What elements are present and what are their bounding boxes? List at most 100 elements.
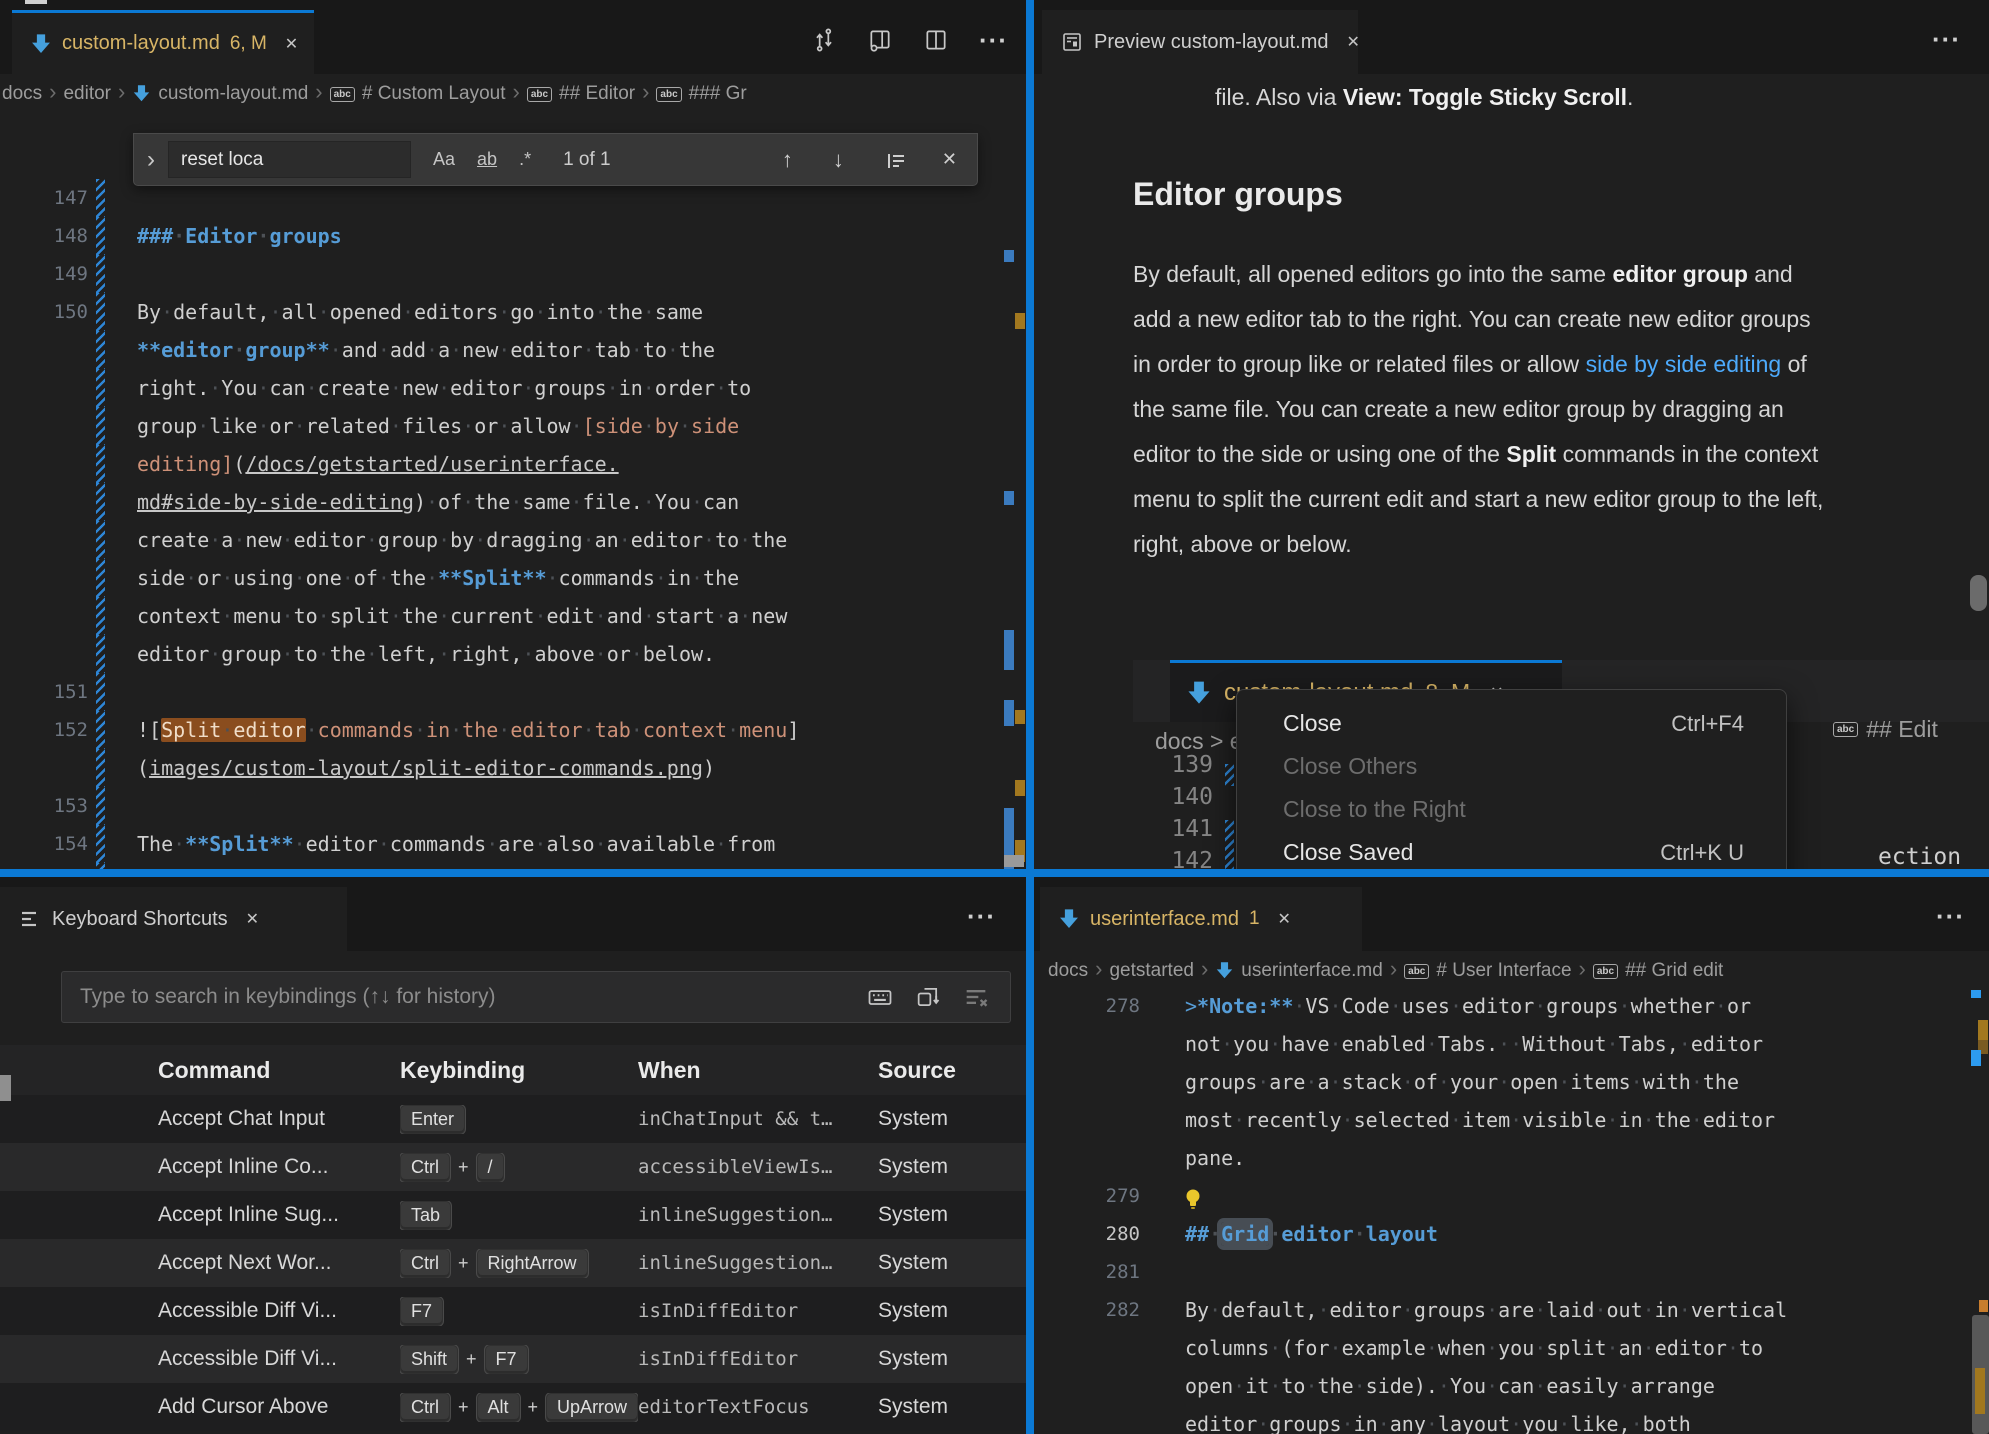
- code-segment: create·a·new·editor·group·by·dragging·an…: [137, 528, 787, 552]
- whitespace-dot: ·: [1486, 1336, 1498, 1360]
- breadcrumb-label: # User Interface: [1436, 960, 1571, 982]
- table-row[interactable]: Accept Inline Co...Ctrl+/accessibleViewI…: [0, 1143, 1026, 1191]
- whitespace-dot: ·: [1558, 1412, 1570, 1434]
- column-header[interactable]: When: [638, 1057, 878, 1084]
- next-match-icon[interactable]: ↓: [833, 147, 844, 173]
- breadcrumb-item[interactable]: docs: [1048, 960, 1088, 982]
- code-segment: ·commands·in·the·editor·tab·context·menu: [306, 718, 788, 742]
- code-line: create·a·new·editor·group·by·dragging·an…: [0, 521, 1002, 559]
- table-row[interactable]: Accept Chat InputEnterinChatInput && t…S…: [0, 1095, 1026, 1143]
- table-row[interactable]: Accept Next Wor...Ctrl+RightArrowinlineS…: [0, 1239, 1026, 1287]
- code-line: columns·(for·example·when·you·split·an·e…: [1034, 1329, 1969, 1367]
- keybindings-table: CommandKeybindingWhenSource Accept Chat I…: [0, 1045, 1026, 1434]
- line-number: 139: [1163, 752, 1213, 778]
- more-actions-icon[interactable]: ···: [1936, 901, 1965, 932]
- code-segment: editing]: [137, 452, 233, 476]
- breadcrumb-item[interactable]: abc## Grid edit: [1593, 960, 1723, 982]
- gutter-space: [1140, 1405, 1185, 1434]
- sash-vertical[interactable]: [1026, 0, 1034, 1434]
- keybindings-search-input[interactable]: [62, 985, 866, 1009]
- line-number: [0, 635, 88, 673]
- plus-separator: +: [466, 1349, 477, 1369]
- close-find-icon[interactable]: ✕: [942, 149, 957, 170]
- whole-word-icon[interactable]: ab: [477, 149, 497, 170]
- plus-separator: +: [528, 1397, 539, 1417]
- tab-userinterface-md[interactable]: userinterface.md 1 ✕: [1040, 887, 1362, 951]
- table-row[interactable]: Add Cursor AboveCtrl+Alt+UpArroweditorTe…: [0, 1383, 1026, 1431]
- close-icon[interactable]: ✕: [246, 909, 259, 929]
- line-number: [1034, 1025, 1140, 1063]
- whitespace-dot: ·: [306, 376, 318, 400]
- scrollbar-thumb[interactable]: [1970, 575, 1987, 611]
- code-segment: Split·editor: [161, 718, 306, 742]
- record-keys-icon[interactable]: [866, 983, 894, 1011]
- line-number: [0, 597, 88, 635]
- gutter-space: [1140, 1253, 1185, 1291]
- column-header[interactable]: Command: [158, 1057, 400, 1084]
- toggle-replace-icon[interactable]: ›: [134, 146, 168, 174]
- open-changes-icon[interactable]: [811, 27, 837, 53]
- tabbar-bottom-left: Keyboard Shortcuts ✕ ···: [0, 877, 1026, 951]
- symbol-icon: abc: [330, 87, 355, 102]
- lightbulb-icon[interactable]: [1185, 1186, 1201, 1210]
- regex-icon[interactable]: .*: [519, 149, 531, 170]
- code-text: columns·(for·example·when·you·split·an·e…: [1185, 1329, 1763, 1367]
- chevron-right-icon: ›: [315, 79, 322, 105]
- modified-gutter-stripe: [88, 597, 137, 635]
- menu-item-close-saved[interactable]: Close SavedCtrl+K U: [1237, 831, 1786, 869]
- find-in-selection-icon[interactable]: [884, 146, 908, 172]
- overview-ruler[interactable]: [1002, 74, 1026, 869]
- close-icon[interactable]: ✕: [1278, 909, 1291, 929]
- whitespace-dot: ·: [595, 604, 607, 628]
- whitespace-dot: ·: [1631, 1412, 1643, 1434]
- whitespace-dot: ·: [643, 490, 655, 514]
- modified-gutter-stripe: [1225, 820, 1234, 869]
- split-editor-icon[interactable]: [923, 27, 949, 53]
- whitespace-dot: ·: [378, 832, 390, 856]
- tab-keyboard-shortcuts[interactable]: Keyboard Shortcuts ✕: [0, 887, 347, 951]
- overview-ruler[interactable]: [1969, 987, 1989, 1434]
- close-icon[interactable]: ✕: [1347, 32, 1360, 52]
- gutter-space: [1140, 1291, 1185, 1329]
- table-row[interactable]: Accessible Diff Vi...F7isInDiffEditorSys…: [0, 1287, 1026, 1335]
- breadcrumb-item[interactable]: custom-layout.md: [132, 83, 308, 105]
- code-editor[interactable]: 278>**Note:**·VS·Code·uses·editor·groups…: [1034, 987, 1969, 1434]
- previous-match-icon[interactable]: ↑: [782, 147, 793, 173]
- code-line: (images/custom-layout/split-editor-comma…: [0, 749, 1002, 787]
- whitespace-dot: ·: [1510, 1032, 1522, 1056]
- whitespace-dot: ·: [1534, 1374, 1546, 1398]
- breadcrumb-item[interactable]: abc# User Interface: [1404, 960, 1571, 982]
- more-actions-icon[interactable]: ···: [979, 25, 1008, 56]
- close-icon[interactable]: ✕: [285, 34, 298, 54]
- breadcrumb-item[interactable]: abc### Gr: [656, 83, 746, 105]
- breadcrumb-item[interactable]: editor: [63, 83, 111, 105]
- column-header[interactable]: Keybinding: [400, 1057, 638, 1084]
- sort-by-precedence-icon[interactable]: [914, 983, 942, 1011]
- breadcrumb-item[interactable]: docs: [2, 83, 42, 105]
- tab-preview-custom-layout[interactable]: Preview custom-layout.md ✕: [1042, 10, 1358, 74]
- breadcrumb-item[interactable]: userinterface.md: [1215, 960, 1383, 982]
- breadcrumb-item[interactable]: abc## Editor: [527, 83, 635, 105]
- modified-gutter-stripe: [88, 711, 137, 749]
- table-row[interactable]: Accept Inline Sug...TabinlineSuggestion……: [0, 1191, 1026, 1239]
- gutter-space: [1140, 987, 1185, 1025]
- tab-custom-layout-md[interactable]: custom-layout.md 6, M ✕: [12, 10, 314, 74]
- link[interactable]: side by side editing: [1586, 351, 1782, 377]
- more-actions-icon[interactable]: ···: [967, 901, 996, 932]
- more-actions-icon[interactable]: ···: [1932, 24, 1961, 55]
- tab-label: userinterface.md: [1090, 908, 1239, 931]
- whitespace-dot: ·: [414, 718, 426, 742]
- find-input[interactable]: [168, 141, 411, 178]
- whitespace-dot: ·: [1233, 1108, 1245, 1132]
- breadcrumb-item[interactable]: getstarted: [1109, 960, 1194, 982]
- code-editor[interactable]: 147148###·Editor·groups149150By·default,…: [0, 114, 1002, 869]
- match-case-icon[interactable]: Aa: [433, 149, 455, 170]
- breadcrumb-item[interactable]: abc# Custom Layout: [330, 83, 506, 105]
- table-row[interactable]: Accessible Diff Vi...Shift+F7isInDiffEdi…: [0, 1335, 1026, 1383]
- modified-gutter-stripe: [88, 331, 137, 369]
- open-preview-icon[interactable]: [867, 27, 893, 53]
- column-header[interactable]: Source: [878, 1057, 1026, 1084]
- clear-keybindings-search-icon[interactable]: [962, 983, 990, 1011]
- sash-horizontal[interactable]: [0, 869, 1989, 877]
- menu-item-close[interactable]: CloseCtrl+F4: [1237, 702, 1786, 745]
